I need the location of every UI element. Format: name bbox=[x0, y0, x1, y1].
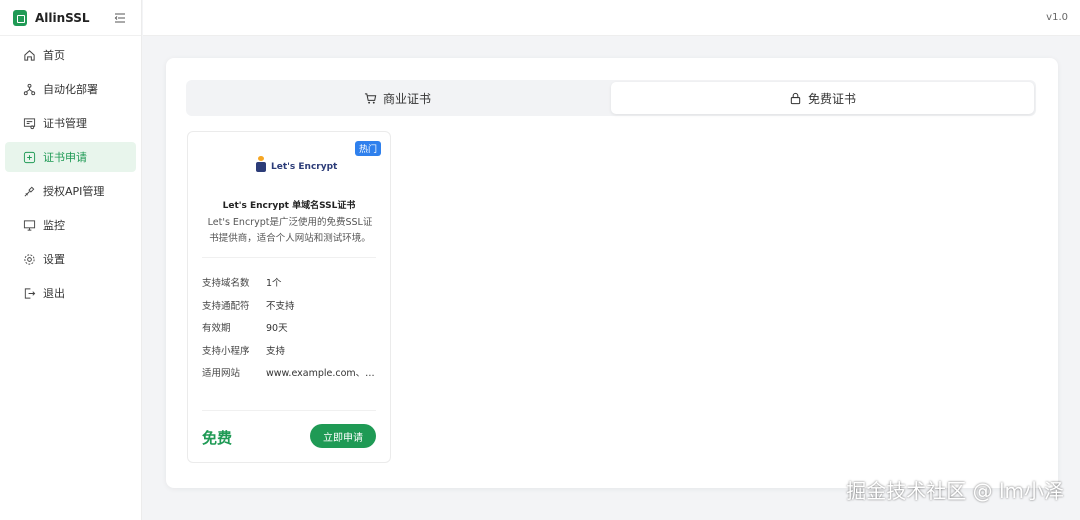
product-description: Let's Encrypt是广泛使用的免费SSL证书提供商，适合个人网站和测试环… bbox=[207, 217, 373, 244]
sidebar-item-auto-deploy[interactable]: 自动化部署 bbox=[5, 74, 136, 104]
sidebar-item-label: 证书申请 bbox=[43, 151, 87, 164]
sidebar-item-label: 授权API管理 bbox=[43, 185, 105, 198]
spec-value: 不支持 bbox=[266, 300, 295, 312]
certificate-icon bbox=[22, 116, 36, 130]
lets-encrypt-logo-icon bbox=[256, 156, 266, 172]
price-label: 免费 bbox=[202, 429, 233, 447]
sidebar-item-home[interactable]: 首页 bbox=[5, 40, 136, 70]
brand: AllinSSL bbox=[0, 0, 141, 36]
divider bbox=[202, 257, 376, 258]
sidebar-item-monitor[interactable]: 监控 bbox=[5, 210, 136, 240]
monitor-icon bbox=[22, 218, 36, 232]
version-label: v1.0 bbox=[1046, 12, 1068, 23]
tab-label: 免费证书 bbox=[807, 91, 856, 106]
sidebar-item-label: 设置 bbox=[43, 253, 65, 266]
divider bbox=[202, 410, 376, 411]
api-key-icon bbox=[22, 184, 36, 198]
cart-icon bbox=[364, 92, 377, 105]
spec-row: 支持域名数 1个 bbox=[202, 271, 380, 294]
spec-key: 支持域名数 bbox=[202, 278, 250, 290]
app-title: AllinSSL bbox=[35, 10, 90, 25]
spec-row: 有效期 90天 bbox=[202, 316, 380, 339]
logout-icon bbox=[22, 286, 36, 300]
app-logo-icon bbox=[13, 9, 27, 26]
spec-value: www.example.com、example.com bbox=[266, 368, 376, 380]
watermark: 掘金技术社区 @ lm小泽 bbox=[846, 479, 1064, 503]
lock-icon bbox=[789, 92, 802, 105]
product-card: 热门 Let's Encrypt Let's Encrypt 单域名SSL证书 … bbox=[187, 131, 391, 463]
spec-list: 支持域名数 1个 支持通配符 不支持 有效期 90天 支持小程序 支持 适用网站… bbox=[202, 271, 380, 384]
spec-value: 支持 bbox=[266, 345, 286, 357]
sidebar-item-settings[interactable]: 设置 bbox=[5, 244, 136, 274]
sidebar-nav: 首页 自动化部署 证书管理 证书申请 授权API管理 监控 设置 退出 bbox=[0, 40, 141, 308]
spec-row: 支持小程序 支持 bbox=[202, 339, 380, 362]
content-card: 商业证书 免费证书 热门 Let's Encrypt Let's Encrypt… bbox=[166, 58, 1058, 488]
sidebar-item-cert-manage[interactable]: 证书管理 bbox=[5, 108, 136, 138]
spec-value: 90天 bbox=[266, 323, 288, 335]
spec-key: 支持小程序 bbox=[202, 345, 250, 357]
tab-label: 商业证书 bbox=[382, 91, 431, 106]
gear-icon bbox=[22, 252, 36, 266]
tab-free-cert[interactable]: 免费证书 bbox=[611, 82, 1034, 114]
sidebar-item-label: 自动化部署 bbox=[43, 83, 98, 96]
tab-commercial-cert[interactable]: 商业证书 bbox=[186, 80, 609, 116]
spec-key: 有效期 bbox=[202, 323, 231, 335]
home-icon bbox=[22, 48, 36, 62]
cert-type-tabs: 商业证书 免费证书 bbox=[186, 80, 1036, 116]
spec-value: 1个 bbox=[266, 278, 282, 290]
sidebar-item-cert-apply[interactable]: 证书申请 bbox=[5, 142, 136, 172]
sidebar-item-logout[interactable]: 退出 bbox=[5, 278, 136, 308]
apply-now-button[interactable]: 立即申请 bbox=[310, 424, 376, 448]
sidebar-item-api-auth[interactable]: 授权API管理 bbox=[5, 176, 136, 206]
spec-row: 适用网站 www.example.com、example.com bbox=[202, 361, 380, 384]
sidebar-item-label: 退出 bbox=[43, 287, 65, 300]
hot-badge: 热门 bbox=[354, 141, 381, 156]
sidebar-item-label: 监控 bbox=[43, 219, 65, 232]
sidebar-item-label: 证书管理 bbox=[43, 117, 87, 130]
workflow-icon bbox=[22, 82, 36, 96]
spec-key: 适用网站 bbox=[202, 368, 241, 380]
lets-encrypt-logo: Let's Encrypt bbox=[256, 156, 338, 172]
sidebar-item-label: 首页 bbox=[43, 49, 65, 62]
logo-text: Let's Encrypt bbox=[271, 162, 338, 172]
add-icon bbox=[22, 150, 36, 164]
topbar: v1.0 bbox=[143, 0, 1080, 36]
collapse-sidebar-icon[interactable] bbox=[114, 12, 126, 24]
sidebar: AllinSSL 首页 自动化部署 证书管理 证书申请 授权API管理 监控 设… bbox=[0, 0, 142, 520]
product-name: Let's Encrypt 单域名SSL证书 bbox=[222, 201, 356, 211]
spec-row: 支持通配符 不支持 bbox=[202, 294, 380, 317]
spec-key: 支持通配符 bbox=[202, 300, 250, 312]
